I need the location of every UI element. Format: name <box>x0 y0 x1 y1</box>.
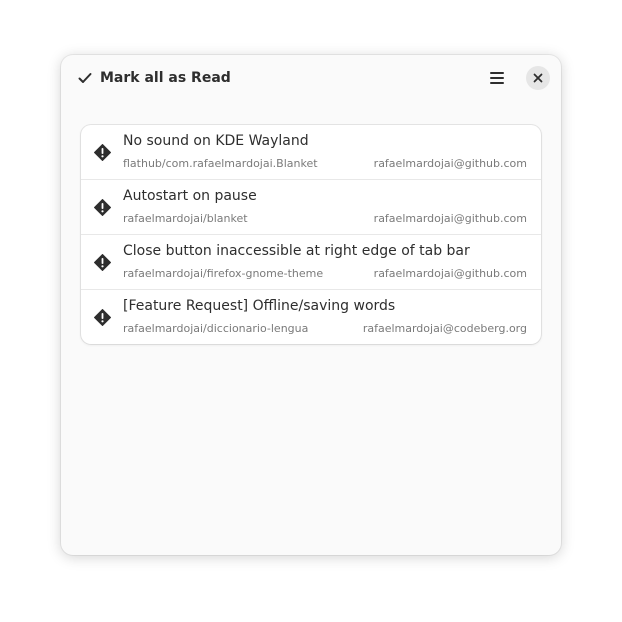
notification-title: [Feature Request] Offline/saving words <box>123 298 396 314</box>
notification-repo: rafaelmardojai/diccionario-lengua <box>123 322 309 335</box>
mark-all-read-button[interactable]: Mark all as Read <box>71 63 237 93</box>
notification-account: rafaelmardojai@github.com <box>373 212 527 225</box>
notification-title: No sound on KDE Wayland <box>123 133 309 149</box>
notification-account: rafaelmardojai@codeberg.org <box>362 322 527 335</box>
issue-alert-icon <box>94 309 111 326</box>
notifications-window: Mark all as Read No sound on KDE Wayland… <box>61 55 561 555</box>
notification-repo: rafaelmardojai/blanket <box>123 212 248 225</box>
check-icon <box>78 73 92 83</box>
notification-account: rafaelmardojai@github.com <box>373 267 527 280</box>
notification-repo: rafaelmardojai/firefox-gnome-theme <box>123 267 324 280</box>
notification-row[interactable]: Close button inaccessible at right edge … <box>81 235 541 290</box>
mark-all-read-label: Mark all as Read <box>100 70 231 86</box>
notification-row[interactable]: [Feature Request] Offline/saving words r… <box>81 290 541 344</box>
header-bar: Mark all as Read <box>61 55 561 101</box>
close-window-button[interactable] <box>526 66 550 90</box>
notification-title: Autostart on pause <box>123 188 257 204</box>
notification-title: Close button inaccessible at right edge … <box>123 243 470 259</box>
notification-repo: flathub/com.rafaelmardojai.Blanket <box>123 157 318 170</box>
notification-row[interactable]: No sound on KDE Wayland flathub/com.rafa… <box>81 125 541 180</box>
close-icon <box>533 73 543 83</box>
issue-alert-icon <box>94 199 111 216</box>
issue-alert-icon <box>94 254 111 271</box>
notification-row[interactable]: Autostart on pause rafaelmardojai/blanke… <box>81 180 541 235</box>
notification-account: rafaelmardojai@github.com <box>373 157 527 170</box>
issue-alert-icon <box>94 144 111 161</box>
hamburger-menu-icon <box>490 72 504 84</box>
main-menu-button[interactable] <box>482 63 512 93</box>
notification-list: No sound on KDE Wayland flathub/com.rafa… <box>81 125 541 344</box>
